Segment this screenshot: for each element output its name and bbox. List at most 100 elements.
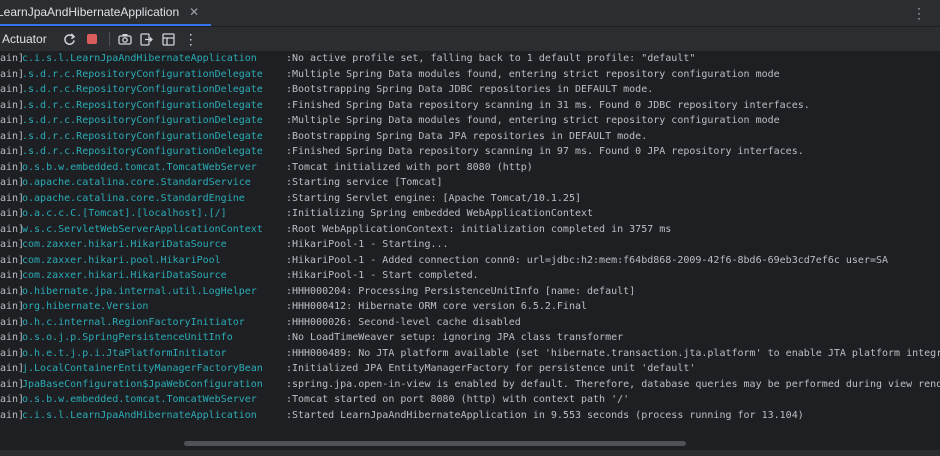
log-message: Initialized JPA EntityManagerFactory for… bbox=[292, 363, 696, 374]
log-separator: : bbox=[280, 177, 299, 188]
log-message: Multiple Spring Data modules found, ente… bbox=[292, 68, 780, 80]
log-logger[interactable]: .s.d.r.c.RepositoryConfigurationDelegate bbox=[22, 82, 280, 98]
log-line: ain] JpaBaseConfiguration$JpaWebConfigura… bbox=[0, 377, 940, 393]
horizontal-scrollbar[interactable] bbox=[184, 441, 686, 446]
log-thread: ain] bbox=[0, 68, 25, 80]
log-separator: : bbox=[280, 53, 299, 64]
log-thread: ain] bbox=[0, 378, 25, 390]
log-logger[interactable]: com.zaxxer.hikari.HikariDataSource bbox=[22, 237, 280, 253]
log-line: ain] .s.d.r.c.RepositoryConfigurationDele… bbox=[0, 67, 940, 83]
log-thread: ain] bbox=[0, 130, 25, 142]
log-thread: ain] bbox=[0, 270, 25, 281]
log-message: spring.jpa.open-in-view is enabled by de… bbox=[292, 378, 940, 390]
layout-icon[interactable] bbox=[160, 30, 178, 48]
log-logger[interactable]: .s.d.r.c.RepositoryConfigurationDelegate bbox=[22, 144, 280, 160]
log-logger[interactable]: o.apache.catalina.core.StandardEngine bbox=[22, 191, 280, 207]
log-separator: : bbox=[280, 394, 299, 405]
log-thread: ain] bbox=[0, 208, 25, 219]
log-separator: : bbox=[280, 316, 299, 328]
log-separator: : bbox=[280, 301, 299, 312]
log-logger[interactable]: o.h.c.internal.RegionFactoryInitiator bbox=[22, 315, 280, 331]
log-separator: : bbox=[280, 378, 299, 390]
log-logger[interactable]: c.i.s.l.LearnJpaAndHibernateApplication bbox=[22, 51, 280, 67]
log-message: Bootstrapping Spring Data JDBC repositor… bbox=[292, 84, 654, 95]
log-message: Started LearnJpaAndHibernateApplication … bbox=[292, 409, 804, 421]
log-separator: : bbox=[280, 239, 299, 250]
log-message: Starting Servlet engine: [Apache Tomcat/… bbox=[292, 192, 581, 204]
log-message: Initializing Spring embedded WebApplicat… bbox=[292, 208, 594, 219]
log-separator: : bbox=[280, 84, 299, 95]
log-line: ain] o.h.e.t.j.p.i.JtaPlatformInitiator :… bbox=[0, 346, 940, 362]
log-thread: ain] bbox=[0, 239, 25, 250]
log-separator: : bbox=[280, 347, 299, 359]
log-thread: ain] bbox=[0, 99, 25, 111]
log-logger[interactable]: o.s.o.j.p.SpringPersistenceUnitInfo bbox=[22, 330, 280, 346]
more-options-icon[interactable]: ⋮ bbox=[912, 5, 926, 22]
log-thread: ain] bbox=[0, 394, 25, 405]
log-thread: ain] bbox=[0, 363, 25, 374]
log-line: ain] .s.d.r.c.RepositoryConfigurationDele… bbox=[0, 98, 940, 114]
rerun-icon[interactable] bbox=[61, 30, 79, 48]
log-logger[interactable]: c.i.s.l.LearnJpaAndHibernateApplication bbox=[22, 408, 280, 424]
log-logger[interactable]: JpaBaseConfiguration$JpaWebConfiguration bbox=[22, 377, 280, 393]
log-separator: : bbox=[280, 254, 299, 266]
log-line: ain] .s.d.r.c.RepositoryConfigurationDele… bbox=[0, 82, 940, 98]
log-separator: : bbox=[280, 130, 299, 142]
log-message: No active profile set, falling back to 1… bbox=[292, 53, 696, 64]
log-logger[interactable]: o.h.e.t.j.p.i.JtaPlatformInitiator bbox=[22, 346, 280, 362]
log-thread: ain] bbox=[0, 192, 25, 204]
console-output[interactable]: ain] c.i.s.l.LearnJpaAndHibernateApplicat… bbox=[0, 51, 940, 437]
camera-icon[interactable] bbox=[116, 30, 134, 48]
log-logger[interactable]: com.zaxxer.hikari.HikariDataSource bbox=[22, 268, 280, 284]
log-line: ain] j.LocalContainerEntityManagerFactory… bbox=[0, 361, 940, 377]
log-logger[interactable]: o.s.b.w.embedded.tomcat.TomcatWebServer bbox=[22, 160, 280, 176]
stop-icon[interactable] bbox=[83, 30, 101, 48]
log-separator: : bbox=[280, 99, 299, 111]
log-message: Finished Spring Data repository scanning… bbox=[292, 99, 810, 111]
log-logger[interactable]: w.s.c.ServletWebServerApplicationContext bbox=[22, 222, 280, 238]
log-logger[interactable]: j.LocalContainerEntityManagerFactoryBean bbox=[22, 361, 280, 377]
run-toolbar: Actuator ⋮ bbox=[0, 27, 940, 52]
log-line: ain] .s.d.r.c.RepositoryConfigurationDele… bbox=[0, 144, 940, 160]
log-thread: ain] bbox=[0, 53, 25, 64]
close-icon[interactable]: ✕ bbox=[189, 5, 199, 19]
exit-icon[interactable] bbox=[138, 30, 156, 48]
log-thread: ain] bbox=[0, 161, 25, 173]
log-logger[interactable]: o.hibernate.jpa.internal.util.LogHelper bbox=[22, 284, 280, 300]
log-logger[interactable]: .s.d.r.c.RepositoryConfigurationDelegate bbox=[22, 98, 280, 114]
log-logger[interactable]: .s.d.r.c.RepositoryConfigurationDelegate bbox=[22, 67, 280, 83]
log-separator: : bbox=[280, 332, 299, 343]
log-message: Root WebApplicationContext: initializati… bbox=[292, 223, 672, 235]
log-line: ain] w.s.c.ServletWebServerApplicationCon… bbox=[0, 222, 940, 238]
log-logger[interactable]: com.zaxxer.hikari.pool.HikariPool bbox=[22, 253, 280, 269]
log-message: No LoadTimeWeaver setup: ignoring JPA cl… bbox=[292, 332, 624, 343]
log-separator: : bbox=[280, 68, 299, 80]
log-message: HHH000412: Hibernate ORM core version 6.… bbox=[292, 301, 588, 312]
log-logger[interactable]: .s.d.r.c.RepositoryConfigurationDelegate bbox=[22, 129, 280, 145]
log-line: ain] o.s.b.w.embedded.tomcat.TomcatWebSer… bbox=[0, 160, 940, 176]
log-thread: ain] bbox=[0, 347, 25, 359]
log-logger[interactable]: o.s.b.w.embedded.tomcat.TomcatWebServer bbox=[22, 392, 280, 408]
log-logger[interactable]: o.a.c.c.C.[Tomcat].[localhost].[/] bbox=[22, 206, 280, 222]
log-thread: ain] bbox=[0, 254, 25, 266]
log-separator: : bbox=[280, 161, 299, 173]
log-thread: ain] bbox=[0, 223, 25, 235]
log-logger[interactable]: org.hibernate.Version bbox=[22, 299, 280, 315]
more-icon[interactable]: ⋮ bbox=[182, 30, 200, 48]
tab-run-configuration[interactable]: LearnJpaAndHibernateApplication ✕ bbox=[0, 0, 212, 26]
log-message: HikariPool-1 - Starting... bbox=[292, 239, 449, 250]
log-logger[interactable]: .s.d.r.c.RepositoryConfigurationDelegate bbox=[22, 113, 280, 129]
log-thread: ain] bbox=[0, 409, 25, 421]
status-bar bbox=[0, 450, 940, 456]
log-line: ain] com.zaxxer.hikari.HikariDataSource :… bbox=[0, 237, 940, 253]
log-line: ain] .s.d.r.c.RepositoryConfigurationDele… bbox=[0, 113, 940, 129]
log-line: ain] com.zaxxer.hikari.HikariDataSource :… bbox=[0, 268, 940, 284]
actuator-tab[interactable]: Actuator bbox=[2, 32, 47, 46]
log-thread: ain] bbox=[0, 332, 25, 343]
log-logger[interactable]: o.apache.catalina.core.StandardService bbox=[22, 175, 280, 191]
log-thread: ain] bbox=[0, 115, 25, 126]
log-line: ain] c.i.s.l.LearnJpaAndHibernateApplicat… bbox=[0, 408, 940, 424]
log-separator: : bbox=[280, 192, 299, 204]
log-line: ain] o.apache.catalina.core.StandardEngin… bbox=[0, 191, 940, 207]
log-line: ain] com.zaxxer.hikari.pool.HikariPool : … bbox=[0, 253, 940, 269]
